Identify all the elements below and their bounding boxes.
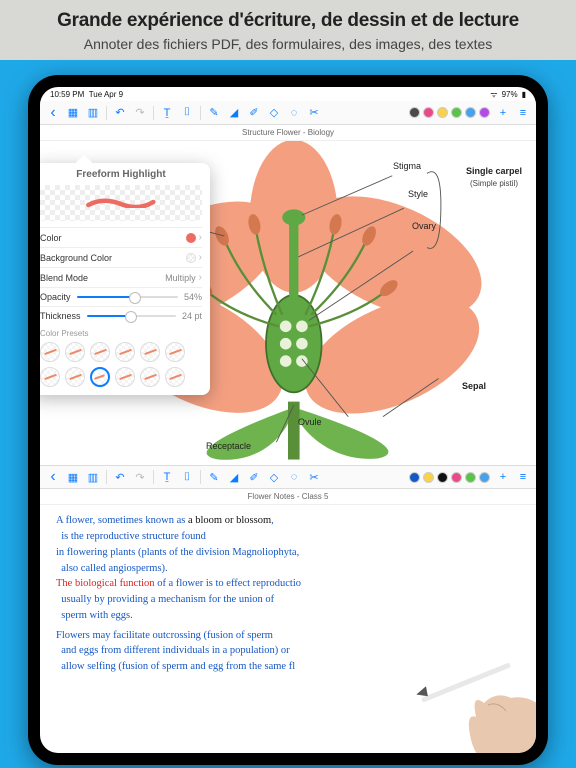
more-icon[interactable]: ≡ [516, 470, 530, 484]
preset[interactable] [65, 367, 85, 387]
scissors-icon[interactable]: ✂ [307, 106, 321, 120]
redo-icon[interactable]: ↷ [133, 470, 147, 484]
label-stigma: Stigma [393, 161, 421, 171]
label-receptacle: Receptacle [206, 441, 251, 451]
preset[interactable] [40, 342, 60, 362]
color-swatch[interactable] [423, 107, 434, 118]
presets-label: Color Presets [40, 329, 202, 338]
pen-icon[interactable]: ✎ [207, 106, 221, 120]
add-button[interactable]: + [496, 470, 510, 484]
thickness-slider[interactable] [87, 315, 176, 317]
eraser-icon[interactable]: ◇ [267, 106, 281, 120]
preset[interactable] [140, 367, 160, 387]
lasso-icon[interactable]: ◌ [287, 106, 301, 120]
color-swatch[interactable] [479, 107, 490, 118]
brush-icon[interactable]: ✐ [247, 106, 261, 120]
more-icon[interactable]: ≡ [516, 106, 530, 120]
ipad-screen: 10:59 PM Tue Apr 9 ᯤ97%▮ ‹ ▦ ▥ ↶ ↷ Ṯ ⌷ ✎… [40, 87, 536, 753]
highlighter-icon[interactable]: ◢ [227, 470, 241, 484]
back-button[interactable]: ‹ [46, 106, 60, 120]
preset[interactable] [65, 342, 85, 362]
color-swatch[interactable] [409, 107, 420, 118]
add-button[interactable]: + [496, 106, 510, 120]
preset[interactable] [115, 367, 135, 387]
row-blend[interactable]: Blend Mode Multiply› [40, 267, 202, 287]
hero-title: Grande expérience d'écriture, de dessin … [16, 10, 560, 32]
label-single-carpel: Single carpel [466, 166, 522, 176]
text-tool-icon[interactable]: Ṯ [160, 106, 174, 120]
toolbar-bottom: ‹ ▦ ▥ ↶ ↷ Ṯ ⌷ ✎ ◢ ✐ ◇ ◌ ✂ + [40, 465, 536, 489]
label-style: Style [408, 189, 428, 199]
status-time: 10:59 PM Tue Apr 9 [50, 90, 123, 99]
preset[interactable] [165, 367, 185, 387]
color-swatch[interactable] [465, 107, 476, 118]
canvas-notes[interactable]: A flower, sometimes known as a bloom or … [40, 505, 536, 753]
brush-icon[interactable]: ✐ [247, 470, 261, 484]
color-swatch[interactable] [479, 472, 490, 483]
undo-icon[interactable]: ↶ [113, 106, 127, 120]
preset[interactable] [115, 342, 135, 362]
label-ovule: Ovule [298, 417, 322, 427]
back-button[interactable]: ‹ [46, 470, 60, 484]
hero-banner: Grande expérience d'écriture, de dessin … [0, 0, 576, 60]
eraser-icon[interactable]: ◇ [267, 470, 281, 484]
preset[interactable] [90, 342, 110, 362]
redo-icon[interactable]: ↷ [133, 106, 147, 120]
color-swatch[interactable] [437, 107, 448, 118]
preset[interactable] [165, 342, 185, 362]
status-bar: 10:59 PM Tue Apr 9 ᯤ97%▮ [40, 87, 536, 101]
color-presets [40, 342, 202, 387]
hand-with-pencil [416, 643, 536, 753]
scissors-icon[interactable]: ✂ [307, 470, 321, 484]
label-ovary: Ovary [412, 221, 436, 231]
color-swatch[interactable] [437, 472, 448, 483]
doc-title-top: Structure Flower - Biology [40, 125, 536, 141]
row-color[interactable]: Color › [40, 227, 202, 247]
ipad-frame: 10:59 PM Tue Apr 9 ᯤ97%▮ ‹ ▦ ▥ ↶ ↷ Ṯ ⌷ ✎… [28, 75, 548, 765]
preset[interactable] [140, 342, 160, 362]
grid-icon[interactable]: ▦ [66, 106, 80, 120]
preset[interactable] [40, 367, 60, 387]
popup-title: Freeform Highlight [40, 169, 202, 180]
stroke-preview [40, 185, 202, 221]
toolbar-top: ‹ ▦ ▥ ↶ ↷ Ṯ ⌷ ✎ ◢ ✐ ◇ ◌ ✂ + [40, 101, 536, 125]
row-bg-color[interactable]: Background Color › [40, 247, 202, 267]
preset-selected[interactable] [90, 367, 110, 387]
pen-icon[interactable]: ✎ [207, 470, 221, 484]
page-icon[interactable]: ▥ [86, 470, 100, 484]
color-swatch[interactable] [423, 472, 434, 483]
color-palette-bottom [409, 472, 490, 483]
bg-color-dot [186, 253, 196, 263]
highlight-popup: Freeform Highlight Color › Background Co… [40, 163, 210, 395]
text-box-icon[interactable]: ⌷ [180, 470, 194, 484]
highlighter-icon[interactable]: ◢ [227, 106, 241, 120]
undo-icon[interactable]: ↶ [113, 470, 127, 484]
color-swatch[interactable] [451, 472, 462, 483]
row-thickness[interactable]: Thickness 24 pt [40, 306, 202, 325]
hero-subtitle: Annoter des fichiers PDF, des formulaire… [16, 36, 560, 52]
label-sepal: Sepal [462, 381, 486, 391]
text-box-icon[interactable]: ⌷ [180, 106, 194, 120]
canvas-diagram[interactable]: Anther ent Stigma Style Ovary Single car… [40, 141, 536, 465]
status-right: ᯤ97%▮ [486, 89, 526, 100]
lasso-icon[interactable]: ◌ [287, 470, 301, 484]
color-palette [409, 107, 490, 118]
doc-title-bottom: Flower Notes - Class 5 [40, 489, 536, 505]
grid-icon[interactable]: ▦ [66, 470, 80, 484]
text-tool-icon[interactable]: Ṯ [160, 470, 174, 484]
label-simple-pistil: (Simple pistil) [470, 179, 518, 188]
page-icon[interactable]: ▥ [86, 106, 100, 120]
row-opacity[interactable]: Opacity 54% [40, 287, 202, 306]
color-dot [186, 233, 196, 243]
color-swatch[interactable] [451, 107, 462, 118]
color-swatch[interactable] [465, 472, 476, 483]
color-swatch[interactable] [409, 472, 420, 483]
opacity-slider[interactable] [77, 296, 178, 298]
